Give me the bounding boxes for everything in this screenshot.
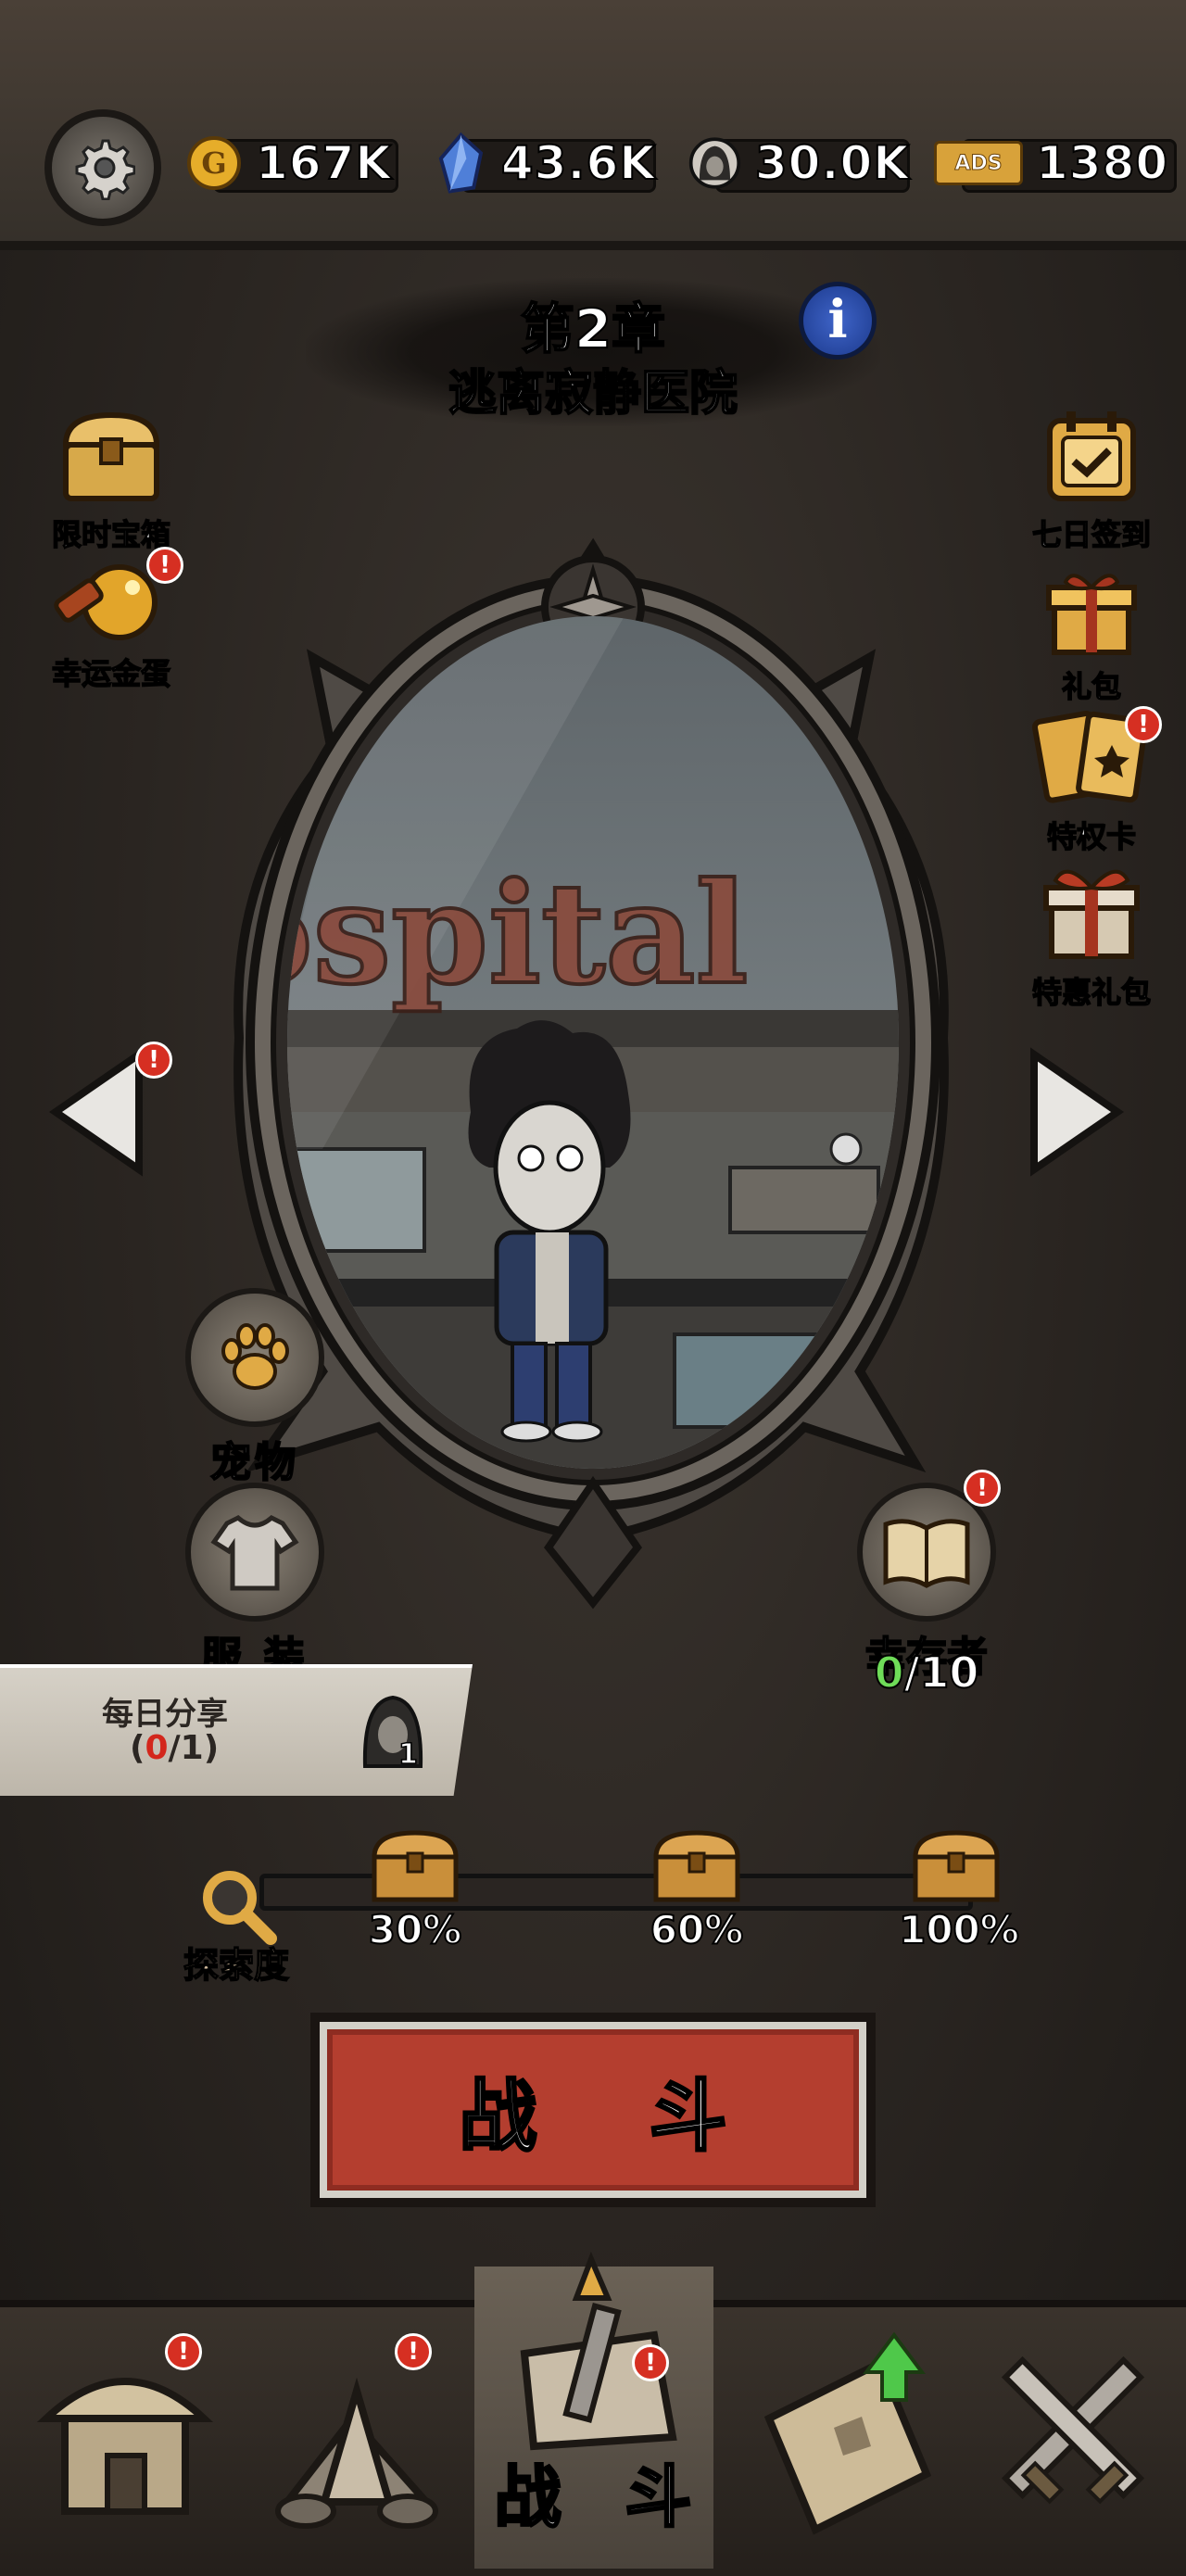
outfit-button[interactable]: 服 装 [176,1483,334,1683]
milestone-60-label: 60% [650,1906,745,1953]
exploration-label: 探索度 [183,1944,290,1987]
daily-share-rest: /1) [168,1729,220,1767]
shelter-alert-badge: ! [165,2333,202,2370]
campfire-alert-badge: ! [395,2333,432,2370]
privilege-card-label: 特权卡 [1046,818,1137,855]
lucky-egg-alert-badge: ! [146,547,183,584]
crystal-value: 43.6K [500,135,656,191]
next-chapter-arrow[interactable] [1025,1047,1136,1177]
ads-ticket-icon: ADS [934,141,1023,185]
lucky-egg-button[interactable]: ! 幸运金蛋 [37,547,185,693]
gift-box-icon [1046,574,1137,655]
daily-share-open: ( [130,1729,145,1767]
seven-day-checkin-button[interactable]: 七日签到 [1017,408,1166,554]
gift-pack-button[interactable]: 礼包 [1017,563,1166,706]
survivor-count: 0/10 [852,1647,1001,1698]
battle-alert-badge: ! [632,2344,669,2381]
calendar-check-icon [1047,411,1136,501]
hooded-figure-icon [688,137,741,189]
daily-share-done: 0 [145,1729,169,1767]
top-currency-bar: G 167K 43.6K 30.0K ADS 1380 [0,0,1186,250]
crystal-counter[interactable]: 43.6K [434,132,656,194]
chapter-number: 第2章 [520,297,666,361]
settings-button[interactable] [44,109,161,226]
special-gift-label: 特惠礼包 [1031,974,1152,1011]
token-value: 30.0K [754,135,910,191]
gear-icon [75,139,135,200]
nav-tab-arena[interactable] [968,2317,1181,2557]
milestone-30-label: 30% [368,1906,463,1953]
nav-tab-talent-book[interactable] [741,2317,954,2557]
exploration-progress-bar [259,1874,973,1911]
pet-label: 宠物 [209,1438,299,1487]
token-counter[interactable]: 30.0K [688,135,910,193]
exploration-chest-60[interactable] [650,1827,743,1903]
chapter-info-button[interactable]: i [799,282,877,360]
paw-icon [221,1323,289,1390]
ads-ticket-counter[interactable]: ADS 1380 [934,135,1177,193]
fight-button[interactable]: 战 斗 [310,2013,876,2207]
info-icon: i [827,289,848,350]
crossed-swords-icon [1001,2355,1145,2505]
survivor-alert-badge: ! [964,1470,1001,1507]
gold-counter[interactable]: G 167K [185,135,398,193]
ads-value: 1380 [1035,135,1169,191]
nav-tab-battle-label: 战 斗 [493,2457,713,2538]
daily-share-panel[interactable]: 每日分享 (0/1) 1 [0,1664,473,1796]
survivor-total: /10 [903,1647,980,1698]
campfire-icon [275,2377,438,2529]
exploration-chest-30[interactable] [369,1827,461,1903]
seven-day-label: 七日签到 [1031,516,1152,553]
open-book-icon [883,1519,970,1588]
ads-ticket-label: ADS [954,151,1003,175]
daily-share-progress: (0/1) [130,1729,219,1767]
privilege-card-alert-badge: ! [1125,706,1162,743]
fight-button-label: 战 斗 [458,2069,770,2163]
timed-chest-button[interactable]: 限时宝箱 [37,408,185,554]
hut-icon [36,2378,214,2515]
ribbon-gift-icon [1043,869,1140,959]
exploration-chest-100[interactable] [910,1827,1003,1903]
treasure-chest-icon [62,411,160,501]
previous-chapter-arrow[interactable] [37,1047,148,1177]
daily-share-reward-count: 1 [397,1737,418,1772]
svg-text:G: G [201,145,226,181]
daily-share-reward: 1 [358,1692,428,1772]
gold-value: 167K [255,135,393,191]
crystal-icon [438,132,484,194]
pet-button[interactable]: 宠物 [176,1288,334,1488]
shirt-icon [210,1515,299,1591]
previous-chapter-alert-badge: ! [135,1042,172,1079]
gold-coin-icon: G [187,136,241,190]
privilege-card-button[interactable]: ! 特权卡 [1017,704,1166,856]
daily-share-title: 每日分享 [102,1696,228,1733]
milestone-100-label: 100% [898,1906,1020,1953]
gift-pack-label: 礼包 [1061,668,1122,705]
survivor-current: 0 [874,1647,905,1698]
lucky-egg-label: 幸运金蛋 [51,655,171,692]
special-gift-button[interactable]: 特惠礼包 [1017,860,1166,1012]
